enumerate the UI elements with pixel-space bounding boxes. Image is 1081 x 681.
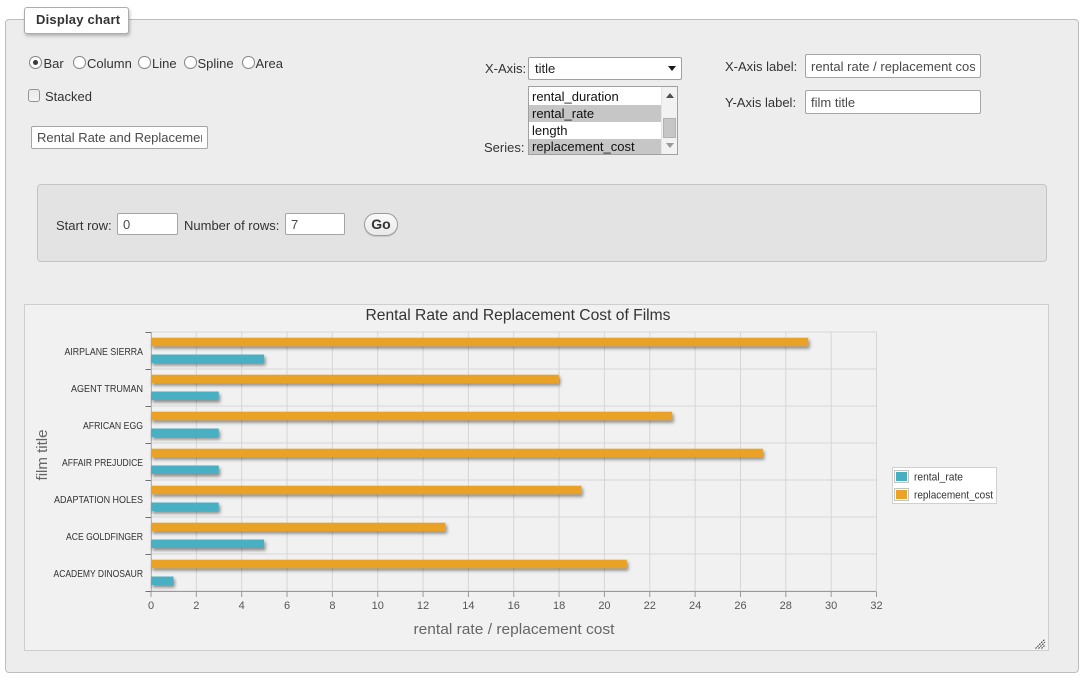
svg-text:AGENT TRUMAN: AGENT TRUMAN	[71, 384, 143, 395]
svg-text:film title: film title	[34, 430, 51, 481]
svg-text:10: 10	[372, 600, 384, 612]
svg-text:26: 26	[734, 600, 746, 612]
svg-text:18: 18	[553, 600, 565, 612]
svg-text:ADAPTATION HOLES: ADAPTATION HOLES	[54, 495, 143, 506]
svg-text:AFRICAN EGG: AFRICAN EGG	[83, 421, 143, 432]
svg-text:16: 16	[508, 600, 520, 612]
svg-text:AFFAIR PREJUDICE: AFFAIR PREJUDICE	[62, 458, 143, 469]
svg-text:24: 24	[689, 600, 701, 612]
svg-text:4: 4	[239, 600, 245, 612]
svg-text:6: 6	[284, 600, 290, 612]
svg-text:14: 14	[462, 600, 474, 612]
svg-text:32: 32	[870, 600, 882, 612]
svg-text:Rental Rate and Replacement Co: Rental Rate and Replacement Cost of Film…	[366, 307, 671, 324]
svg-text:22: 22	[644, 600, 656, 612]
svg-text:8: 8	[329, 600, 335, 612]
svg-text:replacement_cost: replacement_cost	[914, 490, 993, 502]
svg-text:rental_rate: rental_rate	[914, 472, 963, 484]
svg-text:0: 0	[148, 600, 154, 612]
svg-text:AIRPLANE SIERRA: AIRPLANE SIERRA	[65, 347, 144, 358]
svg-text:ACADEMY DINOSAUR: ACADEMY DINOSAUR	[54, 569, 144, 580]
svg-text:ACE GOLDFINGER: ACE GOLDFINGER	[66, 532, 143, 543]
svg-text:2: 2	[193, 600, 199, 612]
svg-text:28: 28	[780, 600, 792, 612]
svg-text:12: 12	[417, 600, 429, 612]
svg-text:20: 20	[598, 600, 610, 612]
svg-text:rental rate / replacement cost: rental rate / replacement cost	[414, 621, 616, 638]
svg-text:30: 30	[825, 600, 837, 612]
